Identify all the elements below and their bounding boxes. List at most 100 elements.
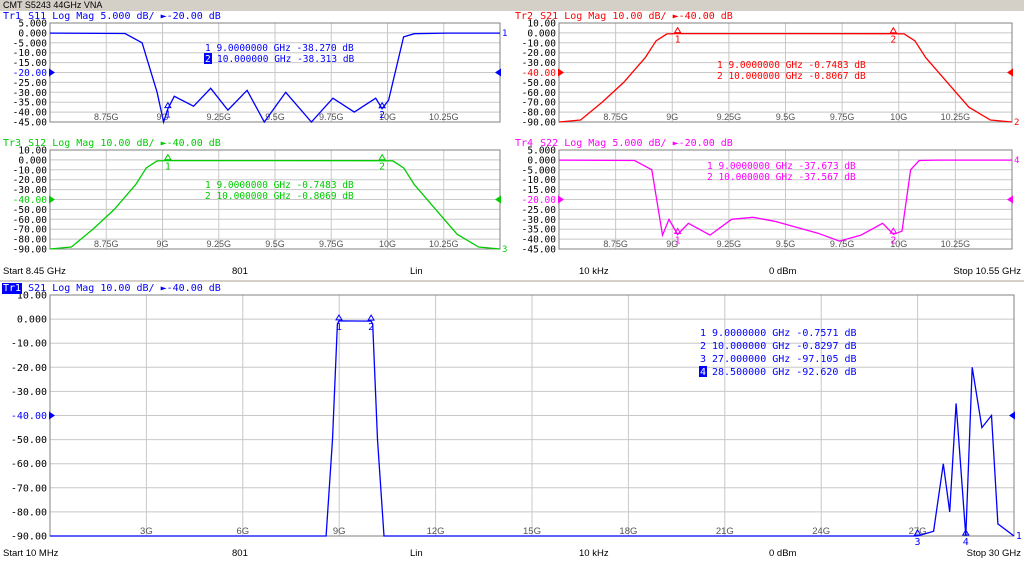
trace-scale[interactable]: 10.00 dB/ xyxy=(612,11,666,22)
x-tick-label: 9.5G xyxy=(776,112,796,122)
ref-level-arrow-icon xyxy=(49,68,55,77)
marker-readout-text: 10.000000 GHz -38.313 dB xyxy=(217,54,355,65)
marker-number: 2 xyxy=(368,322,374,333)
marker-readout: 4 28.500000 GHz -92.620 dB xyxy=(699,366,857,378)
trace-name[interactable]: Tr1 xyxy=(2,283,23,294)
ref-level-arrow-icon xyxy=(1009,411,1015,420)
marker-number: 2 xyxy=(379,110,385,121)
trace-format[interactable]: Log Mag xyxy=(52,11,94,22)
trace-header-tr4[interactable]: Tr4 S22 Log Mag 5.000 dB/ ►-20.00 dB xyxy=(514,138,733,149)
x-tick-label: 9.75G xyxy=(319,239,344,249)
trace-name[interactable]: Tr1 xyxy=(2,11,22,22)
channel-tr2-s21[interactable]: 10.00 0.000 -10.00 -20.00 -30.00 -40.00 -50.00… xyxy=(512,11,1024,133)
x-tick-label: 9.25G xyxy=(206,112,231,122)
y-tick-label: -90.00 xyxy=(13,245,48,256)
trace-ref-level[interactable]: -20.00 dB xyxy=(167,11,221,22)
if-bandwidth[interactable]: 10 kHz xyxy=(579,548,609,560)
trace-end-label: 4 xyxy=(1014,156,1019,166)
x-tick-label: 9.75G xyxy=(319,112,344,122)
trace-param[interactable]: S21 xyxy=(540,11,558,22)
y-tick-label: 0.000 xyxy=(17,315,47,326)
trace-end-label: 1 xyxy=(502,29,507,39)
x-tick-label: 8.75G xyxy=(603,112,628,122)
trace-name[interactable]: Tr3 xyxy=(2,138,22,149)
sweep-points[interactable]: 801 xyxy=(232,548,248,560)
source-power[interactable]: 0 dBm xyxy=(769,266,796,278)
y-tick-label: -20.00 xyxy=(11,363,47,374)
x-tick-label: 9.25G xyxy=(206,239,231,249)
x-tick-label: 21G xyxy=(716,526,734,537)
ref-level-arrow-icon xyxy=(495,195,501,204)
x-tick-label: 9.25G xyxy=(717,112,742,122)
trace-format[interactable]: Log Mag xyxy=(52,138,94,149)
trace-param[interactable]: S22 xyxy=(540,138,558,149)
x-tick-label: 15G xyxy=(523,526,541,537)
marker-number: 1 xyxy=(165,110,171,121)
x-tick-label: 9.5G xyxy=(776,239,796,249)
stop-freq[interactable]: Stop 30 GHz xyxy=(967,548,1021,560)
trace-ref-level[interactable]: -40.00 dB xyxy=(679,11,733,22)
y-tick-label: -90.00 xyxy=(522,118,557,129)
channel-tr4-s22[interactable]: 5.000 0.000 -5.000 -10.00 -15.00 -20.00 -25.00… xyxy=(512,138,1024,260)
marker-readout: 1 9.0000000 GHz -0.7571 dB xyxy=(700,328,857,339)
ref-level-arrow-icon xyxy=(49,195,55,204)
active-marker-number: 4 xyxy=(700,367,706,378)
trace-format[interactable]: Log Mag xyxy=(564,138,606,149)
trace-ref-level[interactable]: -40.00 dB xyxy=(167,138,221,149)
y-tick-label: -60.00 xyxy=(11,459,47,470)
trace-end-label: 3 xyxy=(502,245,507,255)
channel-tr3-s12[interactable]: 10.00 0.000 -10.00 -20.00 -30.00 -40.00 -50.00… xyxy=(0,138,512,260)
y-tick-label: -45.00 xyxy=(522,245,557,256)
trace-format[interactable]: Log Mag xyxy=(52,283,94,294)
marker-readout: 1 9.0000000 GHz -38.270 dB xyxy=(205,43,354,54)
channel-tr1-s11[interactable]: 5.000 0.000 -5.000 -10.00 -15.00 -20.00 -25.00… xyxy=(0,11,512,133)
ref-level-arrow-icon xyxy=(1007,68,1013,77)
chart-svg: 10.000.000-10.00-20.00-30.00-40.00-50.00… xyxy=(522,19,1020,129)
x-tick-label: 8.75G xyxy=(603,239,628,249)
x-tick-label: 12G xyxy=(427,526,445,537)
window-title: CMT S5243 44GHz VNA xyxy=(0,0,1024,11)
trace-format[interactable]: Log Mag xyxy=(564,11,606,22)
trace-scale[interactable]: 10.00 dB/ xyxy=(100,283,154,294)
marker-readout: 1 9.0000000 GHz -0.7483 dB xyxy=(205,180,354,191)
source-power[interactable]: 0 dBm xyxy=(769,548,796,560)
marker-number: 1 xyxy=(675,35,681,46)
sweep-type[interactable]: Lin xyxy=(410,548,423,560)
marker-number: 2 xyxy=(890,35,896,46)
sweep-points[interactable]: 801 xyxy=(232,266,248,278)
stop-freq[interactable]: Stop 10.55 GHz xyxy=(953,266,1021,278)
x-tick-label: 9.5G xyxy=(265,239,285,249)
if-bandwidth[interactable]: 10 kHz xyxy=(579,266,609,278)
trace-header-tr3[interactable]: Tr3 S12 Log Mag 10.00 dB/ ►-40.00 dB xyxy=(2,138,221,149)
y-tick-label: -70.00 xyxy=(11,483,47,494)
start-freq[interactable]: Start 10 MHz xyxy=(3,548,58,560)
chart-svg: 10.000.000-10.00-20.00-30.00-40.00-50.00… xyxy=(13,146,508,256)
marker-readout-text: 28.500000 GHz -92.620 dB xyxy=(712,367,857,378)
trace-name[interactable]: Tr4 xyxy=(514,138,534,149)
x-tick-label: 10.25G xyxy=(941,239,971,249)
trace-param[interactable]: S21 xyxy=(28,283,46,294)
trace-scale[interactable]: 5.000 dB/ xyxy=(100,11,154,22)
status-bar-top: Start 8.45 GHz 801 Lin 10 kHz 0 dBm Stop… xyxy=(0,266,1024,278)
marker-readout: 2 10.000000 GHz -0.8069 dB xyxy=(205,191,354,202)
trace-header-tr1-wide[interactable]: Tr1 S21 Log Mag 10.00 dB/ ►-40.00 dB xyxy=(2,283,221,294)
channel-tr1-s21-wide[interactable]: 10.00 0.000 -10.00 -20.00 -30.00 -40.00 -50.00… xyxy=(0,283,1024,546)
start-freq[interactable]: Start 8.45 GHz xyxy=(3,266,66,278)
y-tick-label: -45.00 xyxy=(13,118,48,129)
trace-header-tr1[interactable]: Tr1 S11 Log Mag 5.000 dB/ ►-20.00 dB xyxy=(2,11,221,22)
x-tick-label: 10.25G xyxy=(429,239,459,249)
trace-name[interactable]: Tr2 xyxy=(514,11,534,22)
x-tick-label: 10.25G xyxy=(429,112,459,122)
trace-header-tr2[interactable]: Tr2 S21 Log Mag 10.00 dB/ ►-40.00 dB xyxy=(514,11,733,22)
trace-param[interactable]: S12 xyxy=(28,138,46,149)
trace-param[interactable]: S11 xyxy=(28,11,46,22)
marker-triangle-icon xyxy=(163,153,172,161)
trace-scale[interactable]: 10.00 dB/ xyxy=(100,138,154,149)
marker-number: 2 xyxy=(379,162,385,173)
trace-ref-level[interactable]: -40.00 dB xyxy=(167,283,221,294)
trace-ref-level[interactable]: -20.00 dB xyxy=(679,138,733,149)
x-tick-label: 9.25G xyxy=(717,239,742,249)
trace-scale[interactable]: 5.000 dB/ xyxy=(612,138,666,149)
sweep-type[interactable]: Lin xyxy=(410,266,423,278)
y-tick-label: -90.00 xyxy=(11,532,47,543)
